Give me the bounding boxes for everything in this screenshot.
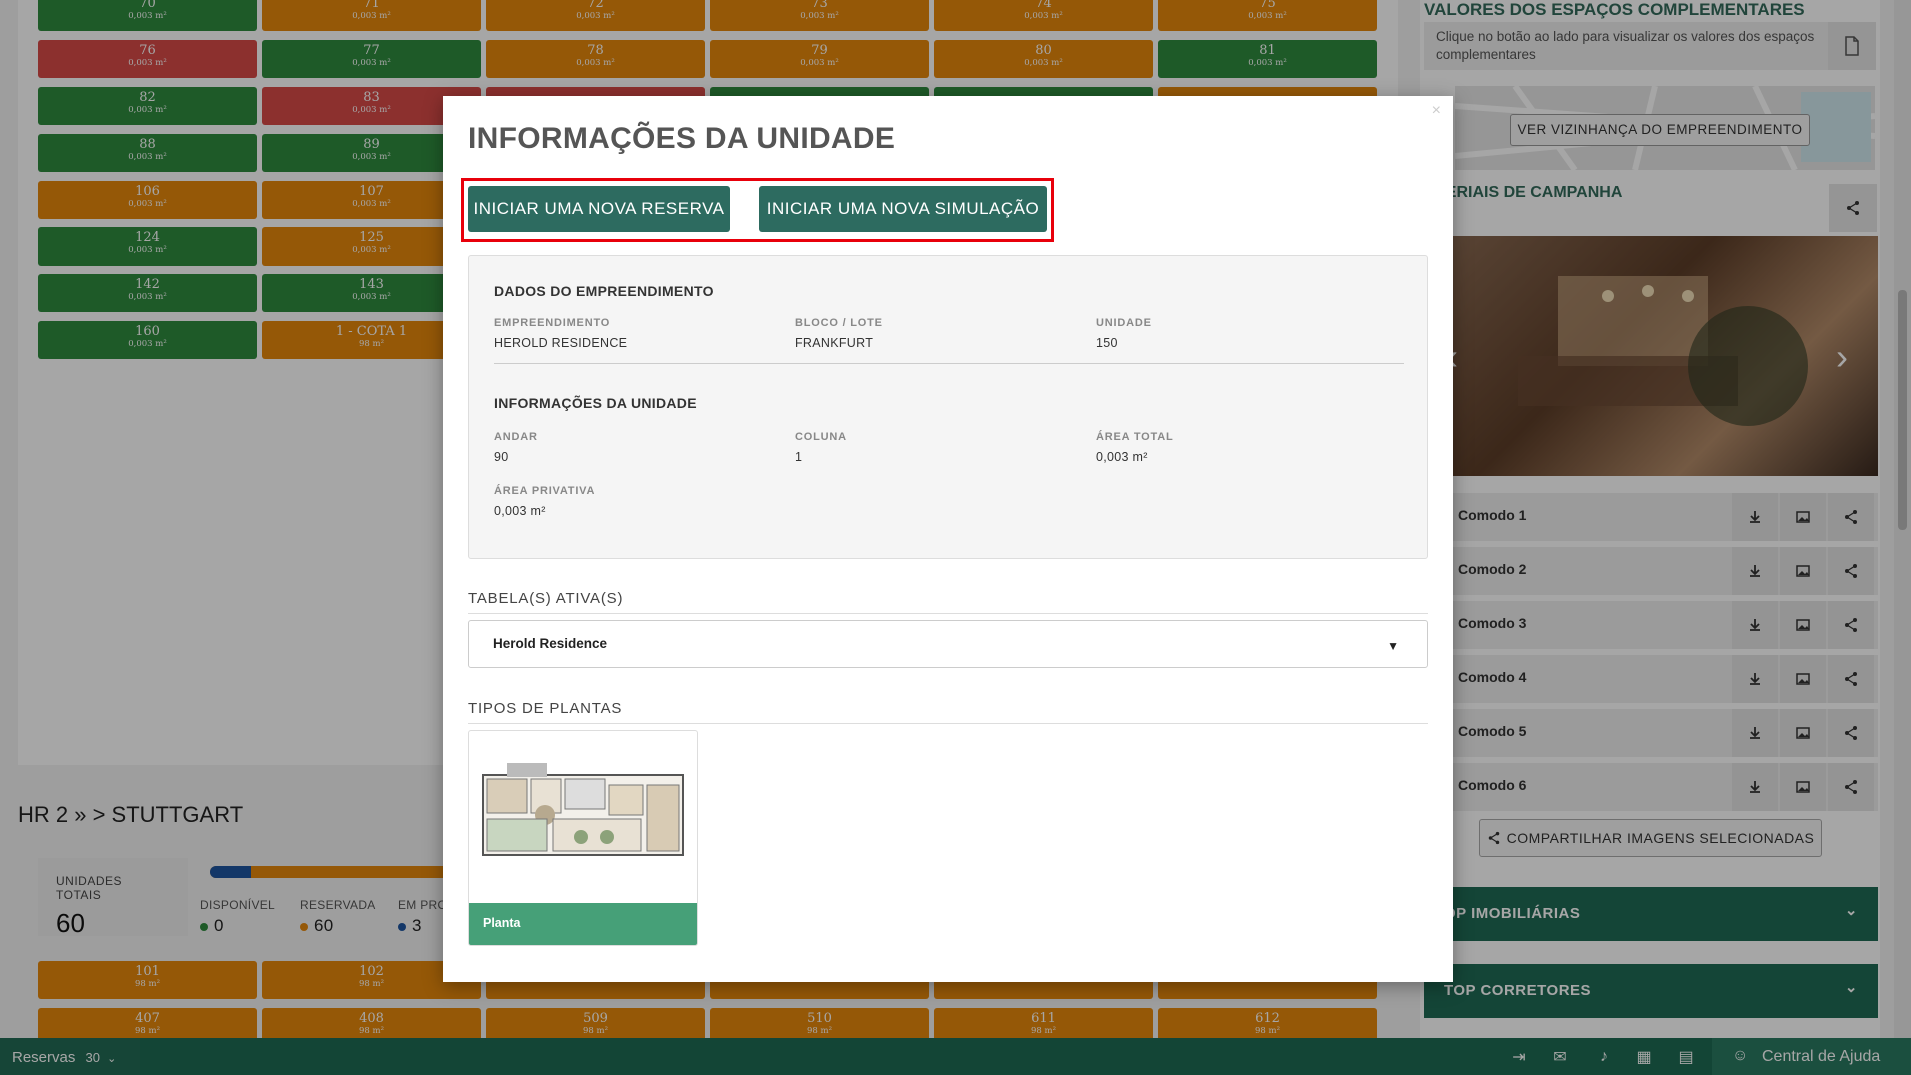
floor-plan-card[interactable]: Planta: [468, 730, 698, 946]
private-area-label: ÁREA PRIVATIVA: [494, 485, 596, 497]
floor-plans-label: TIPOS DE PLANTAS: [468, 700, 623, 717]
project-label: EMPREENDIMENTO: [494, 317, 611, 329]
block-value: FRANKFURT: [795, 336, 874, 350]
total-area-label: ÁREA TOTAL: [1096, 431, 1174, 443]
plans-divider: [468, 723, 1428, 724]
private-area-value: 0,003 m²: [494, 504, 546, 518]
new-simulation-button[interactable]: INICIAR UMA NOVA SIMULAÇÃO: [759, 186, 1047, 232]
active-tables-label: TABELA(S) ATIVA(S): [468, 590, 624, 607]
active-table-value: Herold Residence: [493, 636, 608, 651]
unit-info-card: DADOS DO EMPREENDIMENTO EMPREENDIMENTO H…: [468, 255, 1428, 559]
project-value: HEROLD RESIDENCE: [494, 336, 628, 350]
card-divider: [494, 363, 1404, 364]
column-value: 1: [795, 450, 803, 464]
unit-info-modal: × INFORMAÇÕES DA UNIDADE INICIAR UMA NOV…: [443, 96, 1453, 982]
floor-plan-caption: Planta: [469, 903, 697, 945]
block-label: BLOCO / LOTE: [795, 317, 883, 329]
project-data-title: DADOS DO EMPREENDIMENTO: [494, 283, 714, 299]
close-icon[interactable]: ×: [1432, 102, 1441, 120]
unit-value: 150: [1096, 336, 1118, 350]
active-table-select[interactable]: Herold Residence ▼: [468, 620, 1428, 668]
unit-info-title: INFORMAÇÕES DA UNIDADE: [494, 395, 697, 411]
floor-plan-image: [482, 763, 684, 856]
caret-down-icon: ▼: [1387, 639, 1399, 653]
tables-divider: [468, 613, 1428, 614]
total-area-value: 0,003 m²: [1096, 450, 1148, 464]
floor-value: 90: [494, 450, 509, 464]
floor-label: ANDAR: [494, 431, 538, 443]
modal-title: INFORMAÇÕES DA UNIDADE: [468, 122, 896, 155]
unit-label: UNIDADE: [1096, 317, 1152, 329]
column-label: COLUNA: [795, 431, 847, 443]
new-reservation-button[interactable]: INICIAR UMA NOVA RESERVA: [468, 186, 730, 232]
